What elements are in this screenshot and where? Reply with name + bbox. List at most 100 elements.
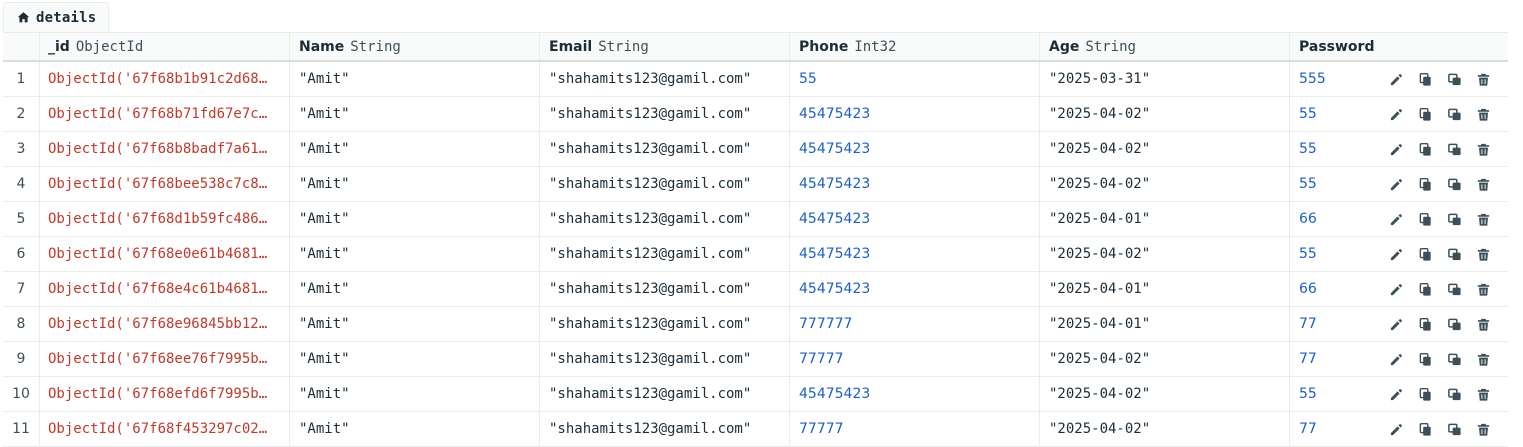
clone-icon[interactable]	[1446, 141, 1462, 157]
cell-age[interactable]: "2025-04-02"	[1040, 377, 1290, 411]
delete-icon[interactable]	[1475, 421, 1491, 437]
cell-password[interactable]: 55	[1290, 237, 1380, 271]
delete-icon[interactable]	[1475, 281, 1491, 297]
cell-email[interactable]: "shahamits123@gamil.com"	[540, 97, 790, 131]
cell-phone[interactable]: 777777	[790, 307, 1040, 341]
cell-name[interactable]: "Amit"	[290, 377, 540, 411]
cell-email[interactable]: "shahamits123@gamil.com"	[540, 377, 790, 411]
copy-icon[interactable]	[1417, 176, 1433, 192]
edit-icon[interactable]	[1388, 71, 1404, 87]
edit-icon[interactable]	[1388, 246, 1404, 262]
cell-password[interactable]: 77	[1290, 412, 1380, 446]
cell-phone[interactable]: 77777	[790, 412, 1040, 446]
cell-age[interactable]: "2025-04-02"	[1040, 237, 1290, 271]
cell-name[interactable]: "Amit"	[290, 237, 540, 271]
delete-icon[interactable]	[1475, 211, 1491, 227]
cell-phone[interactable]: 45475423	[790, 167, 1040, 201]
copy-icon[interactable]	[1417, 316, 1433, 332]
cell-age[interactable]: "2025-03-31"	[1040, 62, 1290, 96]
clone-icon[interactable]	[1446, 316, 1462, 332]
delete-icon[interactable]	[1475, 246, 1491, 262]
cell-password[interactable]: 555	[1290, 62, 1380, 96]
cell-phone[interactable]: 45475423	[790, 272, 1040, 306]
copy-icon[interactable]	[1417, 71, 1433, 87]
cell-password[interactable]: 66	[1290, 272, 1380, 306]
cell-email[interactable]: "shahamits123@gamil.com"	[540, 412, 790, 446]
cell-name[interactable]: "Amit"	[290, 132, 540, 166]
cell-phone[interactable]: 55	[790, 62, 1040, 96]
table-row[interactable]: 4 ObjectId('67f68bee538c7c8… "Amit" "sha…	[3, 167, 1508, 202]
clone-icon[interactable]	[1446, 71, 1462, 87]
cell-name[interactable]: "Amit"	[290, 62, 540, 96]
table-row[interactable]: 9 ObjectId('67f68ee76f7995b… "Amit" "sha…	[3, 342, 1508, 377]
header-age[interactable]: Age String	[1040, 33, 1290, 60]
delete-icon[interactable]	[1475, 106, 1491, 122]
cell-phone[interactable]: 45475423	[790, 132, 1040, 166]
cell-phone[interactable]: 45475423	[790, 97, 1040, 131]
cell-phone[interactable]: 45475423	[790, 377, 1040, 411]
cell-email[interactable]: "shahamits123@gamil.com"	[540, 272, 790, 306]
cell-email[interactable]: "shahamits123@gamil.com"	[540, 237, 790, 271]
cell-age[interactable]: "2025-04-02"	[1040, 167, 1290, 201]
cell-age[interactable]: "2025-04-01"	[1040, 307, 1290, 341]
delete-icon[interactable]	[1475, 386, 1491, 402]
copy-icon[interactable]	[1417, 246, 1433, 262]
clone-icon[interactable]	[1446, 386, 1462, 402]
copy-icon[interactable]	[1417, 106, 1433, 122]
cell-age[interactable]: "2025-04-02"	[1040, 342, 1290, 376]
cell-id[interactable]: ObjectId('67f68d1b59fc486…	[40, 202, 290, 236]
cell-password[interactable]: 55	[1290, 377, 1380, 411]
cell-phone[interactable]: 77777	[790, 342, 1040, 376]
copy-icon[interactable]	[1417, 141, 1433, 157]
edit-icon[interactable]	[1388, 141, 1404, 157]
cell-password[interactable]: 77	[1290, 307, 1380, 341]
edit-icon[interactable]	[1388, 281, 1404, 297]
copy-icon[interactable]	[1417, 211, 1433, 227]
header-name[interactable]: Name String	[290, 33, 540, 60]
edit-icon[interactable]	[1388, 351, 1404, 367]
clone-icon[interactable]	[1446, 106, 1462, 122]
edit-icon[interactable]	[1388, 316, 1404, 332]
header-password[interactable]: Password	[1290, 33, 1380, 60]
tab-details[interactable]: details	[3, 2, 110, 32]
edit-icon[interactable]	[1388, 386, 1404, 402]
cell-email[interactable]: "shahamits123@gamil.com"	[540, 62, 790, 96]
copy-icon[interactable]	[1417, 281, 1433, 297]
table-row[interactable]: 5 ObjectId('67f68d1b59fc486… "Amit" "sha…	[3, 202, 1508, 237]
cell-id[interactable]: ObjectId('67f68b8badf7a61…	[40, 132, 290, 166]
clone-icon[interactable]	[1446, 246, 1462, 262]
cell-password[interactable]: 55	[1290, 167, 1380, 201]
cell-id[interactable]: ObjectId('67f68e4c61b4681…	[40, 272, 290, 306]
cell-password[interactable]: 55	[1290, 132, 1380, 166]
table-row[interactable]: 8 ObjectId('67f68e96845bb12… "Amit" "sha…	[3, 307, 1508, 342]
cell-id[interactable]: ObjectId('67f68ee76f7995b…	[40, 342, 290, 376]
cell-age[interactable]: "2025-04-01"	[1040, 202, 1290, 236]
clone-icon[interactable]	[1446, 211, 1462, 227]
table-row[interactable]: 1 ObjectId('67f68b1b91c2d68… "Amit" "sha…	[3, 62, 1508, 97]
table-row[interactable]: 6 ObjectId('67f68e0e61b4681… "Amit" "sha…	[3, 237, 1508, 272]
cell-password[interactable]: 66	[1290, 202, 1380, 236]
cell-name[interactable]: "Amit"	[290, 342, 540, 376]
cell-age[interactable]: "2025-04-02"	[1040, 132, 1290, 166]
cell-name[interactable]: "Amit"	[290, 272, 540, 306]
cell-age[interactable]: "2025-04-02"	[1040, 412, 1290, 446]
cell-email[interactable]: "shahamits123@gamil.com"	[540, 132, 790, 166]
cell-email[interactable]: "shahamits123@gamil.com"	[540, 167, 790, 201]
edit-icon[interactable]	[1388, 176, 1404, 192]
table-row[interactable]: 7 ObjectId('67f68e4c61b4681… "Amit" "sha…	[3, 272, 1508, 307]
cell-id[interactable]: ObjectId('67f68e96845bb12…	[40, 307, 290, 341]
table-row[interactable]: 3 ObjectId('67f68b8badf7a61… "Amit" "sha…	[3, 132, 1508, 167]
cell-phone[interactable]: 45475423	[790, 237, 1040, 271]
delete-icon[interactable]	[1475, 176, 1491, 192]
copy-icon[interactable]	[1417, 386, 1433, 402]
clone-icon[interactable]	[1446, 281, 1462, 297]
table-row[interactable]: 10 ObjectId('67f68efd6f7995b… "Amit" "sh…	[3, 377, 1508, 412]
cell-id[interactable]: ObjectId('67f68b1b91c2d68…	[40, 62, 290, 96]
cell-name[interactable]: "Amit"	[290, 412, 540, 446]
cell-id[interactable]: ObjectId('67f68bee538c7c8…	[40, 167, 290, 201]
cell-id[interactable]: ObjectId('67f68efd6f7995b…	[40, 377, 290, 411]
delete-icon[interactable]	[1475, 141, 1491, 157]
cell-id[interactable]: ObjectId('67f68f453297c02…	[40, 412, 290, 446]
cell-age[interactable]: "2025-04-01"	[1040, 272, 1290, 306]
header-phone[interactable]: Phone Int32	[790, 33, 1040, 60]
